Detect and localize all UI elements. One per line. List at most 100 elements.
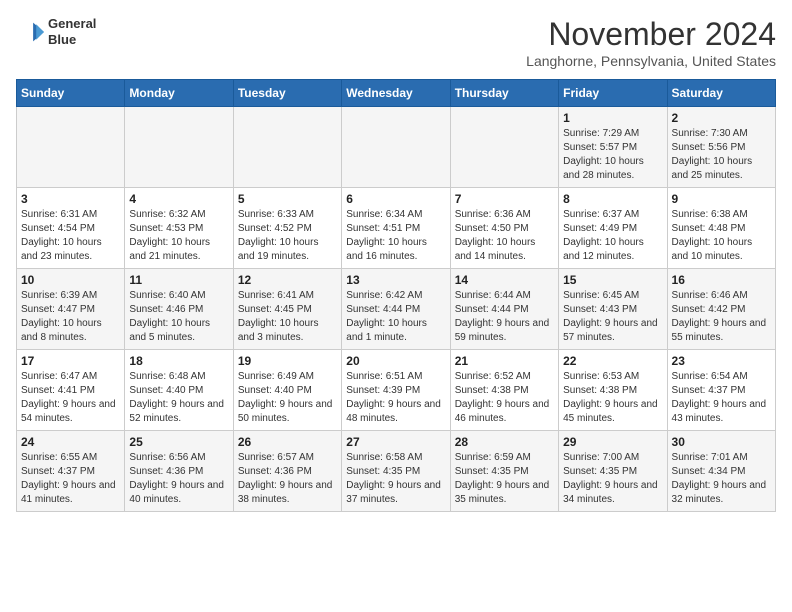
calendar-cell: 18 Sunrise: 6:48 AM Sunset: 4:40 PM Dayli… (125, 350, 233, 431)
weekday-header-thursday: Thursday (450, 80, 558, 107)
day-number: 12 (238, 273, 337, 287)
day-info: Sunrise: 7:30 AM Sunset: 5:56 PM Dayligh… (672, 127, 771, 183)
day-info: Sunrise: 6:49 AM Sunset: 4:40 PM Dayligh… (238, 370, 337, 426)
calendar-cell: 10Sunrise: 6:39 AM Sunset: 4:47 PM Dayli… (17, 269, 125, 350)
day-info: Sunrise: 6:44 AM Sunset: 4:44 PM Dayligh… (455, 289, 554, 345)
calendar-cell: 25 Sunrise: 6:56 AM Sunset: 4:36 PM Dayli… (125, 431, 233, 512)
day-info: Sunrise: 6:45 AM Sunset: 4:43 PM Dayligh… (563, 289, 662, 345)
day-info: Sunrise: 6:42 AM Sunset: 4:44 PM Dayligh… (346, 289, 445, 345)
day-number: 1 (563, 111, 662, 125)
calendar-table: SundayMondayTuesdayWednesdayThursdayFrid… (16, 79, 776, 512)
day-number: 5 (238, 192, 337, 206)
weekday-header-row: SundayMondayTuesdayWednesdayThursdayFrid… (17, 80, 776, 107)
title-block: November 2024 Langhorne, Pennsylvania, U… (526, 16, 776, 69)
calendar-cell: 14 Sunrise: 6:44 AM Sunset: 4:44 PM Dayli… (450, 269, 558, 350)
calendar-week-3: 10Sunrise: 6:39 AM Sunset: 4:47 PM Dayli… (17, 269, 776, 350)
weekday-header-friday: Friday (559, 80, 667, 107)
day-number: 9 (672, 192, 771, 206)
day-info: Sunrise: 6:52 AM Sunset: 4:38 PM Dayligh… (455, 370, 554, 426)
day-number: 29 (563, 435, 662, 449)
day-number: 26 (238, 435, 337, 449)
calendar-cell: 16 Sunrise: 6:46 AM Sunset: 4:42 PM Dayli… (667, 269, 775, 350)
calendar-cell: 6 Sunrise: 6:34 AM Sunset: 4:51 PM Daylig… (342, 188, 450, 269)
day-info: Sunrise: 6:46 AM Sunset: 4:42 PM Dayligh… (672, 289, 771, 345)
day-number: 22 (563, 354, 662, 368)
calendar-cell: 27 Sunrise: 6:58 AM Sunset: 4:35 PM Dayli… (342, 431, 450, 512)
day-number: 8 (563, 192, 662, 206)
day-info: Sunrise: 6:34 AM Sunset: 4:51 PM Dayligh… (346, 208, 445, 264)
calendar-cell: 1 Sunrise: 7:29 AM Sunset: 5:57 PM Daylig… (559, 107, 667, 188)
day-info: Sunrise: 6:58 AM Sunset: 4:35 PM Dayligh… (346, 451, 445, 507)
day-number: 21 (455, 354, 554, 368)
day-number: 14 (455, 273, 554, 287)
calendar-cell: 8 Sunrise: 6:37 AM Sunset: 4:49 PM Daylig… (559, 188, 667, 269)
day-info: Sunrise: 6:31 AM Sunset: 4:54 PM Dayligh… (21, 208, 120, 264)
day-number: 28 (455, 435, 554, 449)
day-info: Sunrise: 6:54 AM Sunset: 4:37 PM Dayligh… (672, 370, 771, 426)
day-info: Sunrise: 6:59 AM Sunset: 4:35 PM Dayligh… (455, 451, 554, 507)
calendar-cell: 11 Sunrise: 6:40 AM Sunset: 4:46 PM Dayli… (125, 269, 233, 350)
day-number: 20 (346, 354, 445, 368)
calendar-cell: 15Sunrise: 6:45 AM Sunset: 4:43 PM Dayli… (559, 269, 667, 350)
day-number: 4 (129, 192, 228, 206)
calendar-week-5: 24Sunrise: 6:55 AM Sunset: 4:37 PM Dayli… (17, 431, 776, 512)
calendar-week-2: 3 Sunrise: 6:31 AM Sunset: 4:54 PM Daylig… (17, 188, 776, 269)
calendar-cell: 24Sunrise: 6:55 AM Sunset: 4:37 PM Dayli… (17, 431, 125, 512)
day-number: 16 (672, 273, 771, 287)
logo-icon (16, 18, 44, 46)
logo-text: General Blue (48, 16, 96, 47)
calendar-cell: 21 Sunrise: 6:52 AM Sunset: 4:38 PM Dayli… (450, 350, 558, 431)
calendar-cell (17, 107, 125, 188)
weekday-header-wednesday: Wednesday (342, 80, 450, 107)
day-info: Sunrise: 6:33 AM Sunset: 4:52 PM Dayligh… (238, 208, 337, 264)
day-number: 23 (672, 354, 771, 368)
day-info: Sunrise: 6:55 AM Sunset: 4:37 PM Dayligh… (21, 451, 120, 507)
calendar-cell: 22 Sunrise: 6:53 AM Sunset: 4:38 PM Dayli… (559, 350, 667, 431)
day-number: 19 (238, 354, 337, 368)
day-info: Sunrise: 7:29 AM Sunset: 5:57 PM Dayligh… (563, 127, 662, 183)
day-info: Sunrise: 6:51 AM Sunset: 4:39 PM Dayligh… (346, 370, 445, 426)
day-info: Sunrise: 6:56 AM Sunset: 4:36 PM Dayligh… (129, 451, 228, 507)
logo: General Blue (16, 16, 96, 47)
calendar-cell: 3 Sunrise: 6:31 AM Sunset: 4:54 PM Daylig… (17, 188, 125, 269)
day-number: 30 (672, 435, 771, 449)
day-info: Sunrise: 6:39 AM Sunset: 4:47 PM Dayligh… (21, 289, 120, 345)
day-info: Sunrise: 6:40 AM Sunset: 4:46 PM Dayligh… (129, 289, 228, 345)
calendar-cell: 5 Sunrise: 6:33 AM Sunset: 4:52 PM Daylig… (233, 188, 341, 269)
calendar-cell: 29 Sunrise: 7:00 AM Sunset: 4:35 PM Dayli… (559, 431, 667, 512)
day-number: 2 (672, 111, 771, 125)
calendar-cell: 7Sunrise: 6:36 AM Sunset: 4:50 PM Daylig… (450, 188, 558, 269)
calendar-cell: 17Sunrise: 6:47 AM Sunset: 4:41 PM Dayli… (17, 350, 125, 431)
day-info: Sunrise: 6:41 AM Sunset: 4:45 PM Dayligh… (238, 289, 337, 345)
page-header: General Blue November 2024 Langhorne, Pe… (16, 16, 776, 69)
calendar-cell (342, 107, 450, 188)
day-info: Sunrise: 6:38 AM Sunset: 4:48 PM Dayligh… (672, 208, 771, 264)
calendar-cell: 12 Sunrise: 6:41 AM Sunset: 4:45 PM Dayli… (233, 269, 341, 350)
weekday-header-monday: Monday (125, 80, 233, 107)
calendar-cell (233, 107, 341, 188)
calendar-week-4: 17Sunrise: 6:47 AM Sunset: 4:41 PM Dayli… (17, 350, 776, 431)
day-number: 18 (129, 354, 228, 368)
day-number: 11 (129, 273, 228, 287)
day-info: Sunrise: 6:53 AM Sunset: 4:38 PM Dayligh… (563, 370, 662, 426)
day-number: 25 (129, 435, 228, 449)
day-info: Sunrise: 6:48 AM Sunset: 4:40 PM Dayligh… (129, 370, 228, 426)
calendar-cell: 23 Sunrise: 6:54 AM Sunset: 4:37 PM Dayli… (667, 350, 775, 431)
calendar-cell: 26 Sunrise: 6:57 AM Sunset: 4:36 PM Dayli… (233, 431, 341, 512)
day-info: Sunrise: 6:37 AM Sunset: 4:49 PM Dayligh… (563, 208, 662, 264)
day-number: 7 (455, 192, 554, 206)
month-title: November 2024 (526, 16, 776, 53)
calendar-week-1: 1 Sunrise: 7:29 AM Sunset: 5:57 PM Daylig… (17, 107, 776, 188)
calendar-cell: 28 Sunrise: 6:59 AM Sunset: 4:35 PM Dayli… (450, 431, 558, 512)
day-number: 3 (21, 192, 120, 206)
calendar-cell: 9 Sunrise: 6:38 AM Sunset: 4:48 PM Daylig… (667, 188, 775, 269)
day-number: 27 (346, 435, 445, 449)
day-info: Sunrise: 7:00 AM Sunset: 4:35 PM Dayligh… (563, 451, 662, 507)
day-number: 6 (346, 192, 445, 206)
weekday-header-saturday: Saturday (667, 80, 775, 107)
day-info: Sunrise: 7:01 AM Sunset: 4:34 PM Dayligh… (672, 451, 771, 507)
day-info: Sunrise: 6:57 AM Sunset: 4:36 PM Dayligh… (238, 451, 337, 507)
location-text: Langhorne, Pennsylvania, United States (526, 53, 776, 69)
day-number: 17 (21, 354, 120, 368)
calendar-cell: 2 Sunrise: 7:30 AM Sunset: 5:56 PM Daylig… (667, 107, 775, 188)
